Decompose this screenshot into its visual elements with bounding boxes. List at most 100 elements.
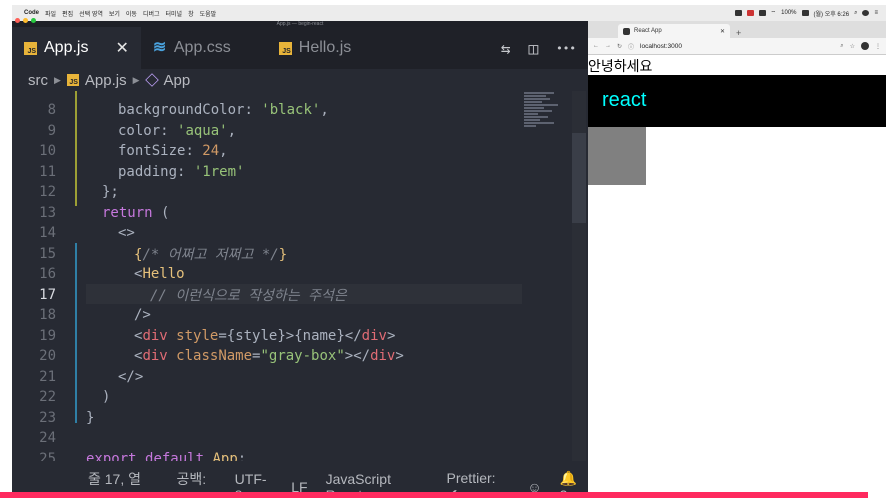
menu-view[interactable]: 보기 <box>109 9 120 18</box>
code-line: 11 padding: '1rem' <box>12 162 572 182</box>
menu-edit[interactable]: 편집 <box>62 9 73 18</box>
breadcrumb-symbol[interactable]: App <box>164 72 191 89</box>
code-line: 15 {/* 어쩌고 저쩌고 */} <box>12 244 572 264</box>
symbol-module-icon <box>144 73 159 87</box>
mac-menubar: Code 파일 편집 선택 영역 보기 이동 디버그 터미널 창 도움말 ⌔ 1… <box>12 5 886 21</box>
app-menu[interactable]: Code <box>24 10 39 16</box>
menubar-status-area: ⌔ 100% (월) 오후 6:26 ⌕ ≡ <box>734 9 886 18</box>
breadcrumb-file[interactable]: App.js <box>85 72 127 89</box>
browser-toolbar-right: ⌕ ☆ ⋮ <box>840 42 881 50</box>
line-number: 23 <box>39 409 56 426</box>
code-line: 18 /> <box>12 305 572 325</box>
minimize-window-button[interactable] <box>23 18 28 23</box>
battery-label[interactable]: 100% <box>781 10 796 16</box>
menu-terminal[interactable]: 터미널 <box>166 9 183 18</box>
wifi-icon[interactable]: ⌔ <box>771 9 777 17</box>
page-hello-text: 안녕하세요 <box>588 59 653 75</box>
javascript-file-icon: JS <box>66 74 79 86</box>
open-changes-icon[interactable]: ⇆ <box>501 39 511 58</box>
line-number: 15 <box>39 245 56 262</box>
code-line: 23 } <box>12 408 572 428</box>
zoom-window-button[interactable] <box>31 18 36 23</box>
input-method-icon[interactable] <box>801 10 809 16</box>
video-progress-bar[interactable] <box>0 492 868 498</box>
line-number: 10 <box>39 143 56 160</box>
notification-center-icon[interactable]: ≡ <box>874 10 878 16</box>
code-line: 9 color: 'aqua', <box>12 121 572 141</box>
code-string: 'aqua' <box>177 122 228 139</box>
code-number: 24 <box>202 143 220 160</box>
more-actions-icon[interactable]: ••• <box>556 42 576 55</box>
browser-tabstrip: React App ✕ + <box>588 21 886 38</box>
menu-file[interactable]: 파일 <box>45 9 56 18</box>
forward-arrow-icon[interactable]: → <box>605 43 611 49</box>
menu-go[interactable]: 이동 <box>126 9 137 18</box>
spotlight-icon[interactable]: ⌕ <box>854 10 857 17</box>
code-editor[interactable]: 8 backgroundColor: 'black', 9 color: 'aq… <box>12 91 572 461</box>
line-number: 16 <box>39 266 56 283</box>
code-line: 20 <div className="gray-box"></div> <box>12 346 572 366</box>
code-key: padding <box>118 163 178 180</box>
line-number: 14 <box>39 225 56 242</box>
browser-tab[interactable]: React App ✕ <box>618 24 730 38</box>
status-icon[interactable] <box>758 10 766 16</box>
close-window-button[interactable] <box>15 18 20 23</box>
code-line: 12 }; <box>12 182 572 202</box>
code-line: 25 export default App; <box>12 449 572 461</box>
address-bar[interactable]: localhost:3000 <box>640 43 682 50</box>
siri-icon[interactable] <box>862 10 870 16</box>
browser-menu-icon[interactable]: ⋮ <box>875 43 881 50</box>
code-expression: {style} <box>226 327 286 344</box>
close-tab-icon[interactable]: ✕ <box>720 28 725 35</box>
back-arrow-icon[interactable]: ← <box>593 43 599 49</box>
line-number: 17 <box>39 286 56 303</box>
react-favicon-icon <box>623 27 630 35</box>
code-text: </> <box>118 368 144 385</box>
menu-selection[interactable]: 선택 영역 <box>79 9 103 18</box>
code-comment: /* 어쩌고 저쩌고 */ <box>142 246 279 263</box>
code-keyword: export <box>86 450 137 461</box>
styled-react-div: react <box>588 75 886 127</box>
line-number: 24 <box>39 430 56 447</box>
tab-label: Hello.js <box>298 39 352 56</box>
traffic-lights <box>15 18 36 23</box>
javascript-file-icon: JS <box>24 41 37 55</box>
code-tag: Hello <box>142 266 185 283</box>
bookmark-star-icon[interactable]: ☆ <box>850 43 855 50</box>
minimap[interactable] <box>524 91 564 151</box>
tab-hello-js[interactable]: JS Hello.js <box>243 27 363 69</box>
code-tag: div <box>142 327 168 344</box>
code-line: 24 <box>12 428 572 448</box>
code-line: 10 fontSize: 24, <box>12 141 572 161</box>
code-string: "gray-box" <box>260 348 345 365</box>
zoom-icon[interactable]: ⌕ <box>840 43 843 50</box>
tab-app-css[interactable]: ≋ App.css <box>141 27 243 69</box>
code-text: <> <box>118 225 135 242</box>
code-keyword: return <box>102 204 153 221</box>
menu-window[interactable]: 창 <box>188 9 194 18</box>
tab-app-js[interactable]: JS App.js ✕ <box>12 27 141 69</box>
close-tab-icon[interactable]: ✕ <box>115 38 128 58</box>
code-expression: {name} <box>294 327 345 344</box>
editor-scrollbar-thumb[interactable] <box>572 133 586 223</box>
code-text: }; <box>102 184 119 201</box>
menu-debug[interactable]: 디버그 <box>143 9 160 18</box>
code-line: 13 return ( <box>12 203 572 223</box>
code-line: 14 <> <box>12 223 572 243</box>
status-icon[interactable] <box>734 10 742 16</box>
code-text: ) <box>102 389 111 406</box>
line-number: 20 <box>39 348 56 365</box>
info-icon[interactable]: ⓘ <box>628 42 634 51</box>
breadcrumb: src ▶ JS App.js ▶ App <box>12 69 588 91</box>
record-icon[interactable] <box>746 10 754 16</box>
menu-help[interactable]: 도움말 <box>200 9 217 18</box>
reload-icon[interactable]: ↻ <box>617 43 622 50</box>
new-tab-button[interactable]: + <box>736 28 741 38</box>
profile-avatar[interactable] <box>861 42 869 50</box>
breadcrumb-folder[interactable]: src <box>28 72 48 89</box>
split-editor-icon[interactable]: ◫ <box>528 39 538 58</box>
code-text: } <box>86 409 95 426</box>
code-tag: div <box>370 348 396 365</box>
code-string: '1rem' <box>193 163 245 180</box>
clock[interactable]: (월) 오후 6:26 <box>814 9 850 18</box>
